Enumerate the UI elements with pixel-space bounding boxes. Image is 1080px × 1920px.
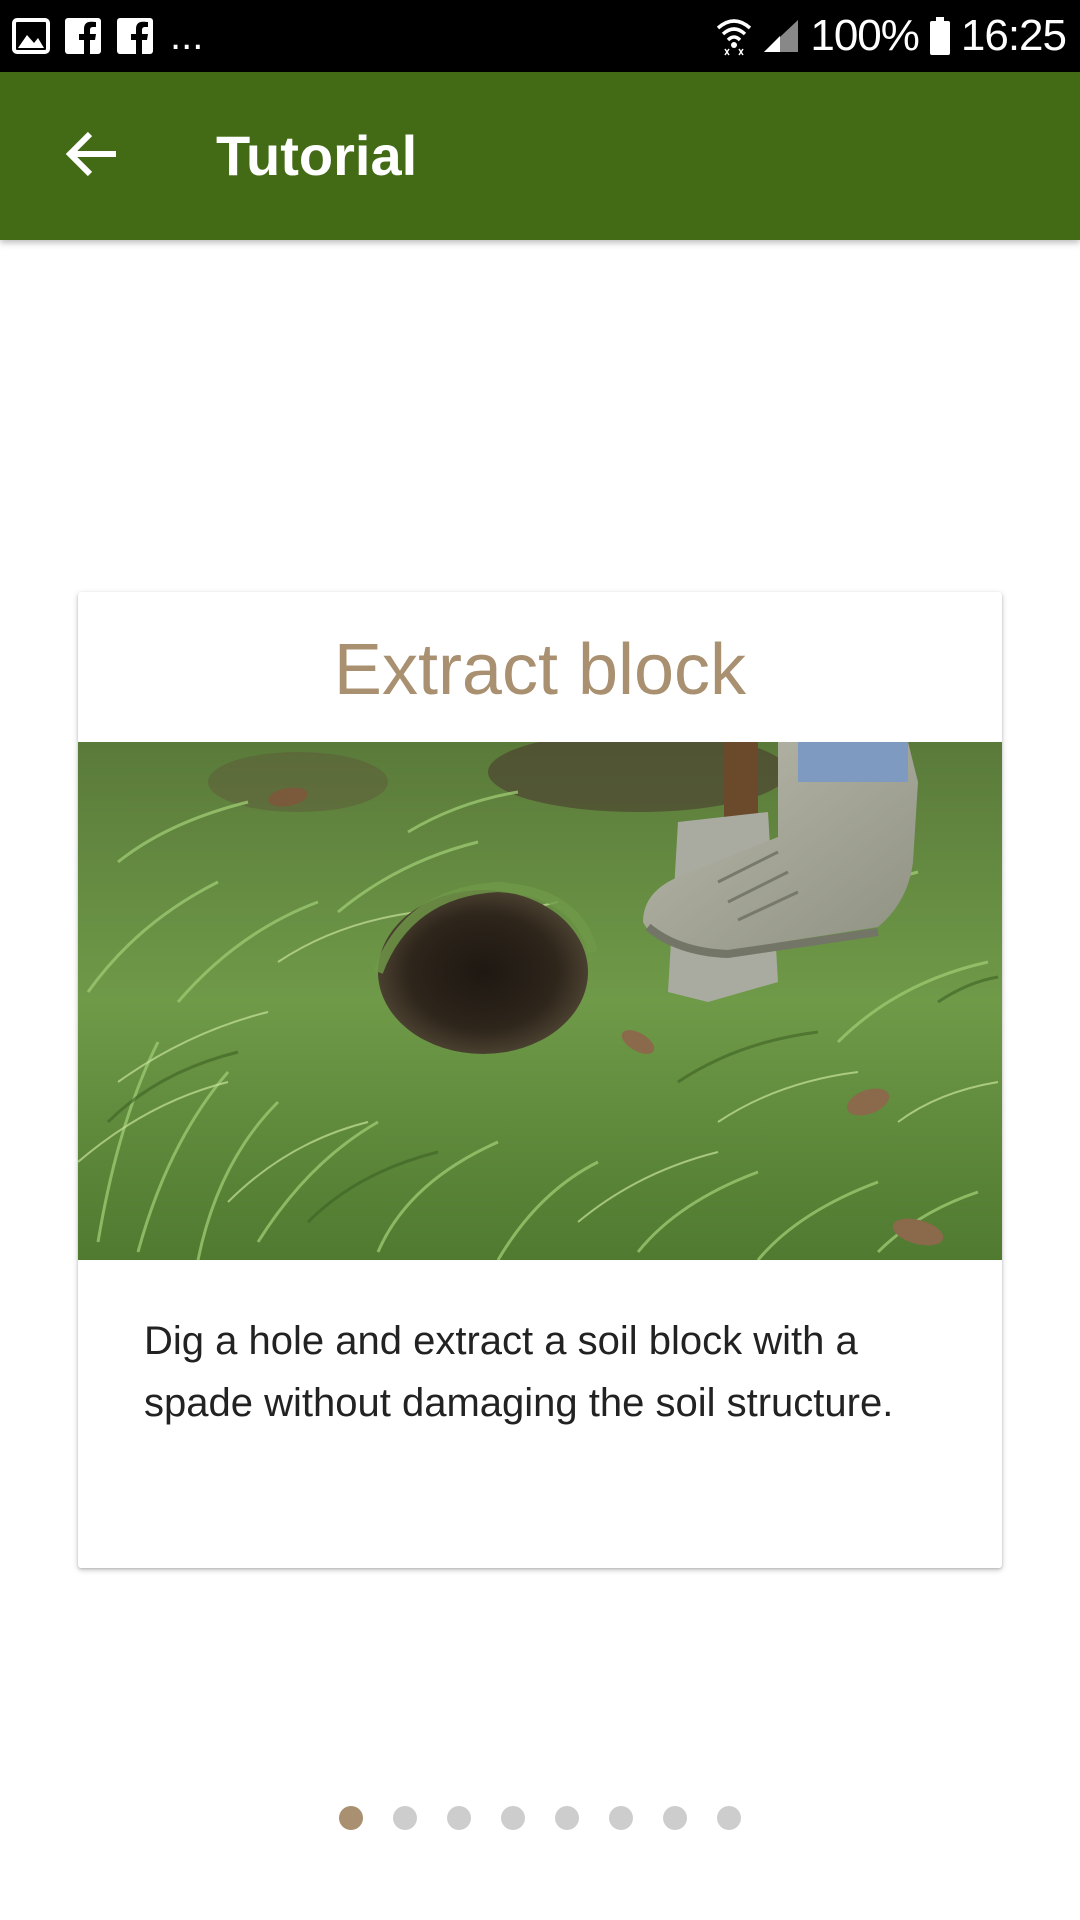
- battery-percentage: 100%: [810, 11, 920, 60]
- page-dot[interactable]: [555, 1806, 579, 1830]
- page-dot[interactable]: [447, 1806, 471, 1830]
- battery-icon: [929, 16, 951, 56]
- image-icon: [12, 17, 50, 55]
- status-bar: ... 100% 16:25: [0, 0, 1080, 72]
- card-description: Dig a hole and extract a soil block with…: [144, 1319, 894, 1425]
- card-title: Extract block: [333, 630, 747, 710]
- page-dot[interactable]: [663, 1806, 687, 1830]
- tutorial-image: [78, 742, 1002, 1260]
- page-dot[interactable]: [339, 1806, 363, 1830]
- page-dot[interactable]: [717, 1806, 741, 1830]
- page-dot[interactable]: [393, 1806, 417, 1830]
- app-bar: Tutorial: [0, 72, 1080, 240]
- arrow-left-icon: [64, 129, 120, 184]
- more-notifications-indicator: ...: [170, 14, 204, 58]
- status-bar-system: 100% 16:25: [716, 10, 1067, 62]
- signal-icon: [762, 18, 800, 54]
- page-dot[interactable]: [501, 1806, 525, 1830]
- page-indicator: [0, 1804, 1080, 1832]
- page-title: Tutorial: [216, 124, 418, 187]
- facebook-icon: [64, 17, 102, 55]
- status-bar-notifications: ...: [12, 14, 203, 58]
- facebook-icon: [116, 17, 154, 55]
- back-button[interactable]: [56, 120, 128, 192]
- tutorial-card[interactable]: Extract block Dig a hole and extract a s…: [78, 592, 1002, 1568]
- page-dot[interactable]: [609, 1806, 633, 1830]
- wifi-icon: [716, 16, 752, 56]
- clock: 16:25: [960, 11, 1067, 60]
